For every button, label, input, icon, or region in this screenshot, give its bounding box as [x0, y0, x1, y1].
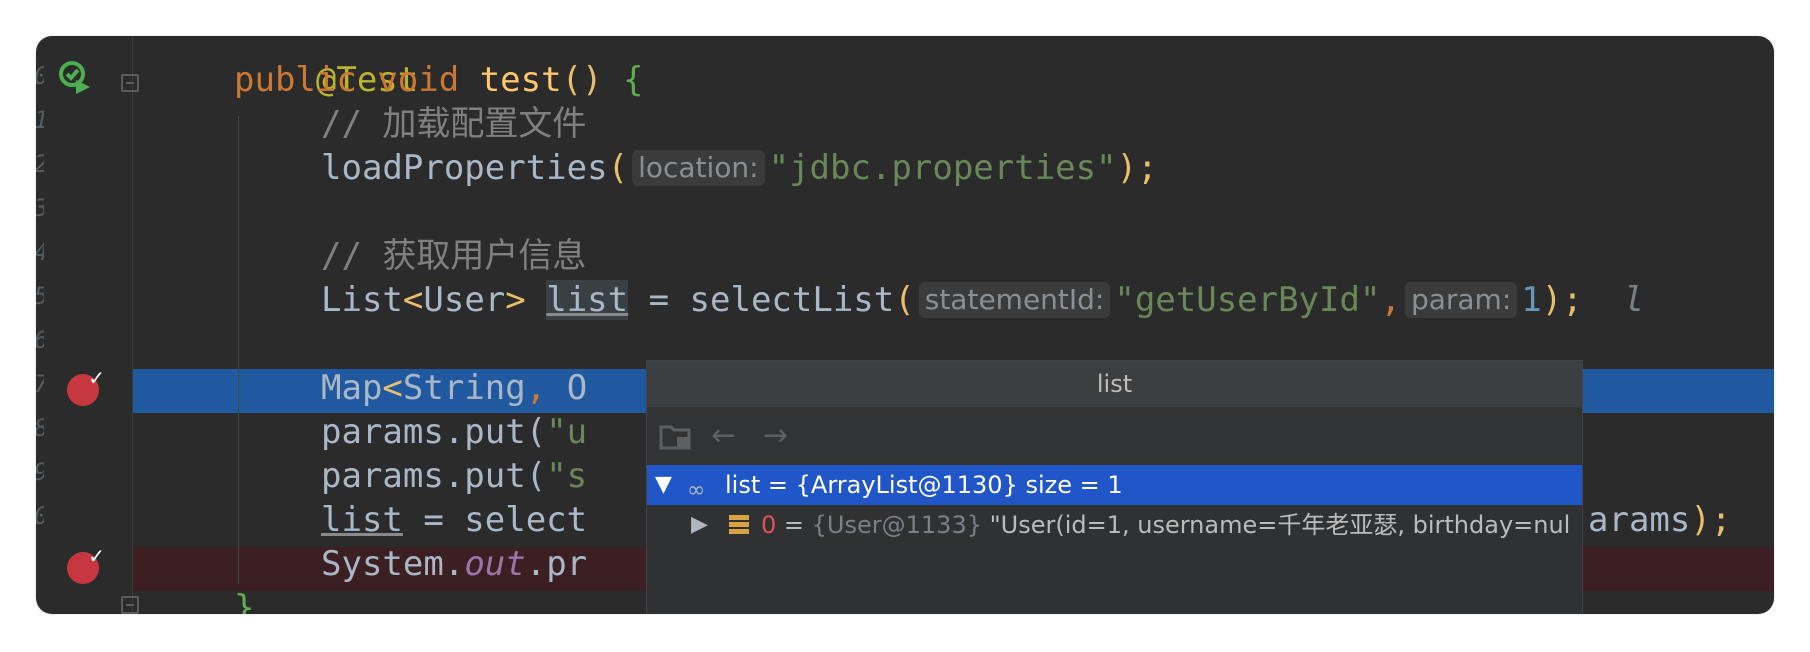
static-field: out — [464, 544, 526, 584]
breakpoint-icon[interactable]: ✓ — [67, 544, 105, 584]
indent-guide — [238, 116, 239, 584]
code-line: params.put("u — [321, 410, 587, 454]
paren: ); — [1541, 280, 1583, 320]
code-editor: 0 1 2 3 4 5 6 7 8 9 0 ✓ ✓ @Test public v… — [36, 36, 1774, 614]
comma: , — [525, 368, 547, 408]
variable-value: {ArrayList@1130} — [795, 471, 1018, 499]
object-ref: {User@1133} — [811, 511, 982, 539]
paren: () — [561, 60, 603, 100]
equals: = — [760, 471, 796, 499]
folder-icon[interactable] — [659, 423, 691, 451]
fold-marker-icon[interactable] — [121, 596, 139, 614]
code-line: Map<String, O — [321, 366, 587, 410]
type-name: String — [402, 368, 526, 408]
code-line: list = select — [321, 498, 587, 542]
type-name: Map — [321, 368, 383, 408]
code-line: } — [234, 586, 254, 614]
brace: } — [234, 588, 255, 614]
code-line: System.out.pr — [321, 542, 587, 586]
variable: params — [321, 456, 444, 496]
comment: // 加载配置文件 — [321, 104, 587, 144]
line-number: 0 — [36, 494, 44, 538]
brace: { — [623, 60, 644, 100]
check-icon: ✓ — [88, 366, 105, 390]
line-number: 3 — [36, 186, 44, 230]
line-number: 0 — [36, 54, 44, 98]
expanded-arrow-icon[interactable]: ▼ — [655, 465, 672, 505]
method-call: = select — [402, 500, 588, 540]
paren: ( — [894, 280, 915, 320]
method-name: test — [479, 60, 562, 100]
paren: ); — [1690, 500, 1732, 540]
variable: arams — [1588, 500, 1691, 540]
watch-icon: ∞ — [687, 478, 706, 503]
paren: ); — [1116, 148, 1158, 188]
generic-bracket: > — [505, 280, 526, 320]
line-number: 7 — [36, 362, 44, 406]
line-number: 2 — [36, 142, 44, 186]
dot: . — [443, 544, 465, 584]
variable-size: size = 1 — [1017, 471, 1123, 499]
operator: = — [628, 280, 690, 320]
method-call: .pr — [525, 544, 588, 584]
collapsed-arrow-icon[interactable]: ▶ — [691, 505, 708, 545]
parameter-hint: location: — [632, 150, 765, 186]
code-line: public void test() { — [234, 58, 644, 102]
number-literal: 1 — [1521, 280, 1542, 320]
tree-row-list[interactable]: ▼ ∞ list = {ArrayList@1130} size = 1 — [647, 465, 1582, 505]
type-name: User — [423, 280, 506, 320]
string-literal: "getUserById" — [1114, 280, 1381, 320]
string-literal: "u — [546, 412, 588, 452]
keyword: public — [234, 60, 357, 100]
fold-marker-icon[interactable] — [121, 74, 139, 92]
variable-list[interactable]: list — [321, 500, 403, 540]
code-line: loadProperties(location: "jdbc.properties… — [321, 146, 1158, 190]
forward-arrow-icon[interactable]: → — [763, 421, 788, 451]
comment: // 获取用户信息 — [321, 236, 587, 276]
type-name: List — [321, 280, 403, 320]
inline-value-hint: l — [1623, 280, 1645, 320]
breakpoint-icon[interactable]: ✓ — [67, 366, 105, 406]
code-line: params.put("s — [321, 454, 587, 498]
method-call: loadProperties — [321, 148, 608, 188]
comma: , — [1380, 280, 1401, 320]
tree-row-item[interactable]: ▶ 0 = {User@1133} "User(id=1, username=千… — [647, 505, 1582, 545]
generic-bracket: < — [402, 280, 424, 320]
string-literal: "jdbc.properties" — [768, 148, 1117, 188]
method-call: selectList — [689, 280, 895, 320]
parameter-hint: param: — [1404, 282, 1518, 318]
variable-list[interactable]: list — [546, 280, 629, 320]
string-literal: "s — [546, 456, 588, 496]
gutter-separator — [132, 36, 133, 614]
line-number: 6 — [36, 318, 44, 362]
popup-title: list — [647, 361, 1582, 407]
back-arrow-icon[interactable]: ← — [711, 421, 736, 451]
class-name: System — [321, 544, 444, 584]
code-line: List<User> list = selectList(statementId… — [321, 278, 1644, 322]
paren: ( — [607, 148, 629, 188]
debug-value-popup[interactable]: list ← → ▼ ∞ list = {ArrayList@1130} siz… — [646, 360, 1583, 614]
run-test-icon[interactable] — [58, 60, 92, 94]
line-number: 9 — [36, 450, 44, 494]
line-number: 5 — [36, 274, 44, 318]
method-call: .put( — [443, 412, 547, 452]
parameter-hint: statementId: — [918, 282, 1111, 318]
object-tostring: "User(id=1, username=千年老亚瑟, birthday=nul — [981, 511, 1571, 539]
type-name: O — [546, 368, 588, 408]
keyword: void — [377, 60, 460, 100]
line-number: 8 — [36, 406, 44, 450]
code-line-tail: arams); — [1588, 498, 1731, 542]
field-icon — [729, 515, 749, 535]
variable: params — [321, 412, 444, 452]
element-index: 0 — [761, 511, 777, 539]
check-icon: ✓ — [88, 544, 105, 568]
popup-toolbar: ← → — [647, 407, 1582, 465]
equals: = — [776, 511, 812, 539]
line-number: 1 — [36, 98, 44, 142]
generic-bracket: < — [382, 368, 403, 408]
method-call: .put( — [443, 456, 547, 496]
code-line: @Test — [234, 36, 418, 100]
line-number: 4 — [36, 230, 44, 274]
variable-name: list — [725, 471, 761, 499]
